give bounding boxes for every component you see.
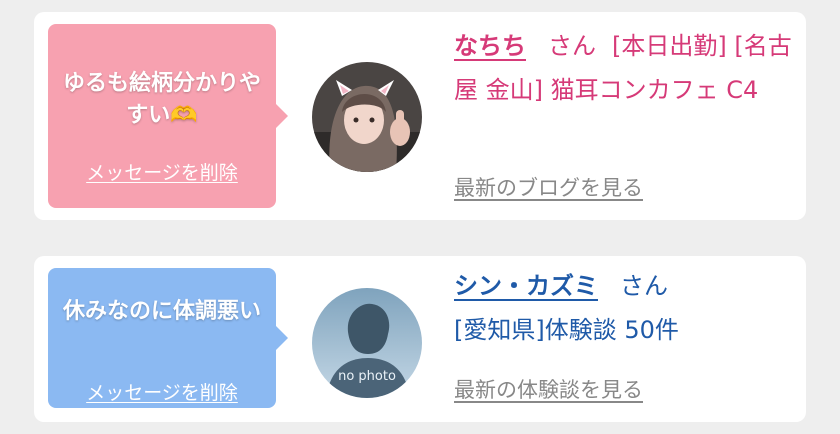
- latest-blog-link[interactable]: 最新のブログを見る: [454, 172, 643, 202]
- user-info: なちち さん [本日出勤] [名古屋 金山] 猫耳コンカフェ C4: [454, 24, 792, 112]
- user-detail: [愛知県]体験談 50件: [454, 316, 679, 344]
- honorific: さん: [548, 32, 596, 60]
- svg-text:no photo: no photo: [338, 369, 396, 384]
- message-text: ゆるも絵柄分かりやすい🫶: [62, 71, 261, 128]
- heart-hands-emoji: 🫶: [170, 103, 198, 128]
- honorific: さん: [620, 272, 668, 300]
- avatar[interactable]: [312, 62, 422, 172]
- user-name-link[interactable]: なちち: [454, 32, 526, 60]
- delete-message-link[interactable]: メッセージを削除: [48, 158, 276, 185]
- delete-message-link[interactable]: メッセージを削除: [48, 378, 276, 405]
- profile-photo-icon: [312, 62, 422, 172]
- message-card: ゆるも絵柄分かりやすい🫶 メッセージを削除 なちち さん [本日出勤] [名古屋 …: [34, 12, 806, 220]
- latest-review-link[interactable]: 最新の体験談を見る: [454, 374, 643, 404]
- message-bubble: 休みなのに体調悪い メッセージを削除: [48, 268, 288, 408]
- message-card: 休みなのに体調悪い メッセージを削除 no photo シン・カズミ さん [愛知…: [34, 256, 806, 422]
- message-text: 休みなのに体調悪い: [62, 299, 261, 324]
- user-name-link[interactable]: シン・カズミ: [454, 272, 598, 300]
- message-bubble: ゆるも絵柄分かりやすい🫶 メッセージを削除: [48, 24, 288, 208]
- user-info: シン・カズミ さん [愛知県]体験談 50件: [454, 264, 792, 352]
- no-photo-silhouette-icon: no photo: [312, 288, 422, 398]
- avatar[interactable]: no photo: [312, 288, 422, 398]
